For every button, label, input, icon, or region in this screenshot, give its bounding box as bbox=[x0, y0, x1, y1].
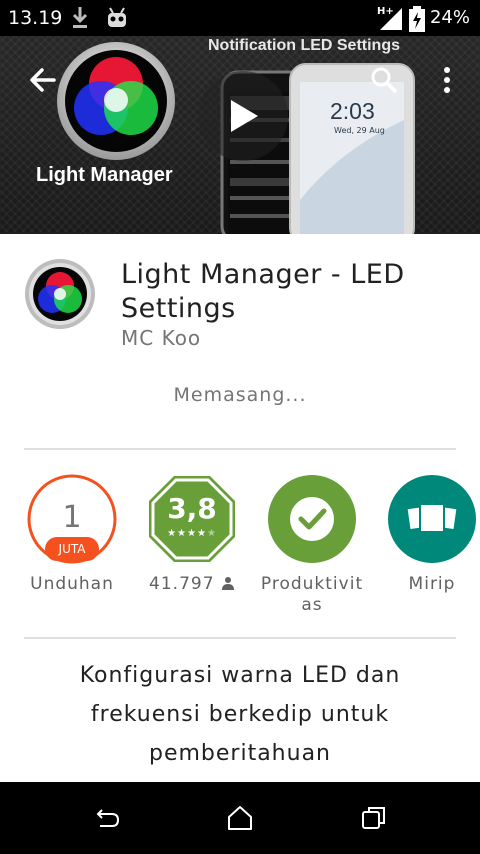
checkmark-icon bbox=[268, 475, 356, 563]
navigation-bar bbox=[0, 782, 480, 854]
category-stat[interactable]: Produktivitas bbox=[252, 474, 372, 616]
play-icon bbox=[198, 71, 288, 161]
android-debug-icon bbox=[108, 7, 126, 27]
battery-charging-icon bbox=[409, 6, 425, 32]
category-label: Produktivitas bbox=[260, 574, 364, 615]
divider bbox=[24, 637, 456, 639]
app-icon bbox=[25, 259, 95, 329]
divider bbox=[24, 448, 456, 450]
home-nav-icon[interactable] bbox=[226, 804, 254, 832]
banner-caption: Notification LED Settings bbox=[208, 37, 400, 54]
back-nav-icon[interactable] bbox=[92, 804, 122, 834]
install-status: Memasang... bbox=[173, 384, 307, 406]
status-bar: 13.19 H+ 24% bbox=[0, 0, 480, 36]
downloads-stat: 1 JUTA Unduhan bbox=[12, 474, 132, 595]
developer-name[interactable]: MC Koo bbox=[121, 326, 201, 350]
phone-clock: 2:03 bbox=[330, 98, 375, 124]
banner-logo-text: Light Manager bbox=[36, 164, 173, 186]
rating-value: 3,8 bbox=[167, 492, 217, 525]
banner-logo-icon bbox=[57, 42, 175, 160]
rating-count: 41.797 bbox=[149, 574, 215, 594]
app-description[interactable]: Konfigurasi warna LED dan frekuensi berk… bbox=[40, 656, 440, 773]
downloads-number: 1 bbox=[62, 500, 82, 535]
rating-stat[interactable]: 3,8 ★★★★★ 41.797 bbox=[132, 474, 252, 595]
status-time: 13.19 bbox=[8, 7, 63, 29]
search-icon[interactable] bbox=[370, 66, 398, 94]
arrow-back-icon[interactable] bbox=[28, 66, 56, 94]
app-title: Light Manager - LED Settings bbox=[121, 259, 405, 324]
download-icon bbox=[72, 7, 88, 28]
similar-stat[interactable]: Mirip bbox=[372, 474, 480, 595]
battery-percent: 24% bbox=[429, 7, 470, 28]
recents-nav-icon[interactable] bbox=[360, 804, 388, 832]
similar-apps-icon bbox=[388, 475, 476, 563]
downloads-unit: JUTA bbox=[45, 537, 99, 561]
phone-date: Wed, 29 Aug bbox=[334, 126, 385, 135]
overflow-menu-icon[interactable] bbox=[440, 66, 454, 94]
downloads-badge: 1 JUTA bbox=[27, 474, 117, 564]
similar-label: Mirip bbox=[408, 574, 456, 594]
rating-stars: ★★★★★ bbox=[167, 528, 217, 539]
rating-badge: 3,8 ★★★★★ bbox=[147, 474, 237, 564]
person-icon bbox=[221, 577, 234, 590]
rating-count-row: 41.797 bbox=[132, 574, 252, 595]
downloads-label: Unduhan bbox=[30, 574, 114, 594]
signal-icon bbox=[380, 8, 402, 30]
